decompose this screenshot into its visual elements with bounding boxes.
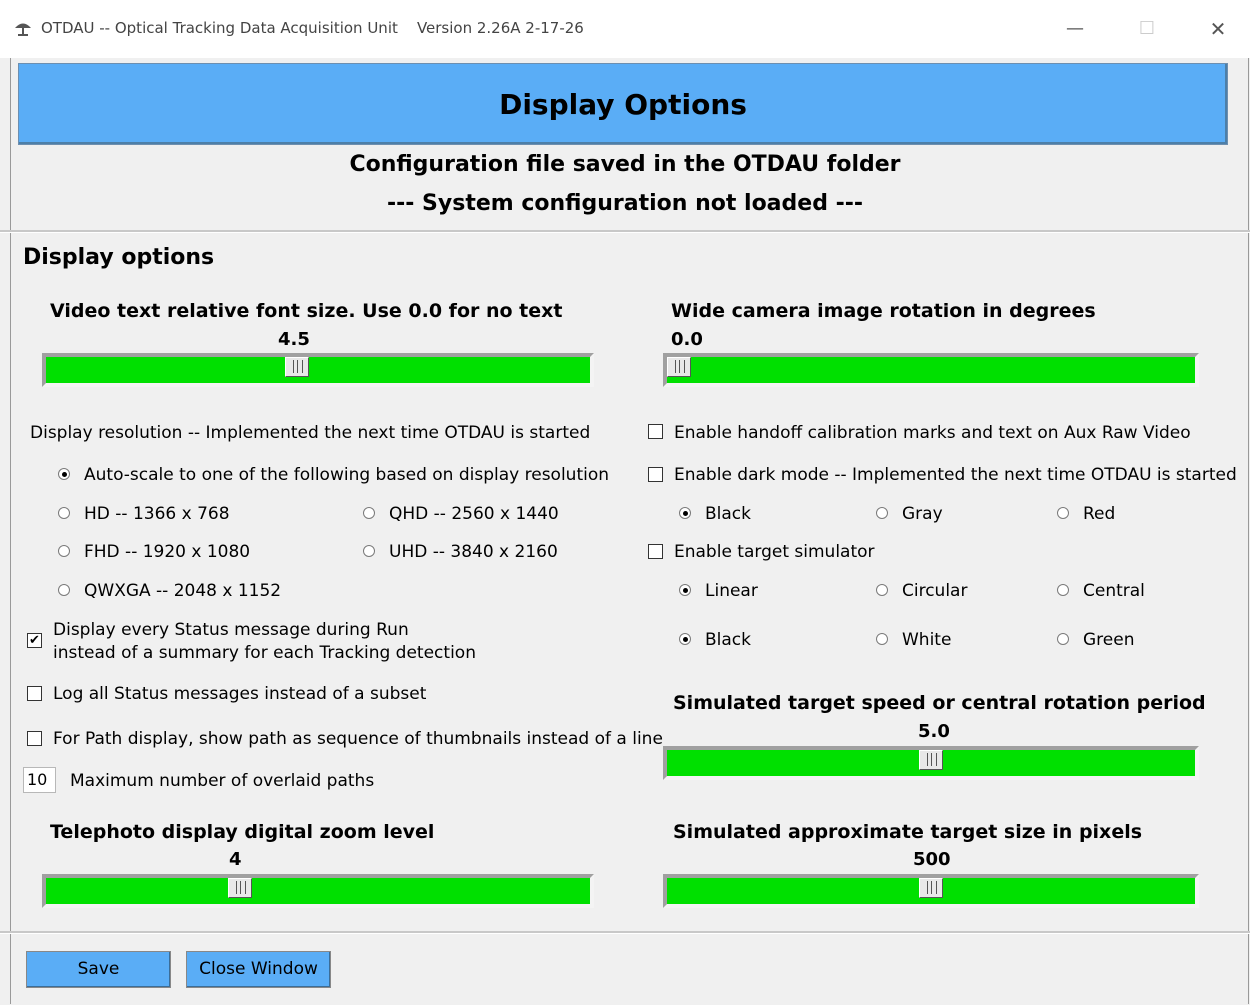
rotation-label: Wide camera image rotation in degrees [671, 300, 1096, 322]
divider [0, 931, 1250, 934]
target-size-value: 500 [913, 849, 951, 870]
page-title: Display Options [499, 88, 747, 121]
radio-label: Green [1083, 630, 1135, 650]
radio-label: Central [1083, 581, 1145, 601]
max-paths-label: Maximum number of overlaid paths [70, 771, 375, 791]
slider-thumb[interactable] [919, 750, 943, 770]
radio-label: Black [705, 630, 751, 650]
radio-uhd[interactable] [363, 545, 375, 557]
divider [0, 230, 1250, 233]
slider-thumb[interactable] [919, 878, 943, 898]
zoom-value: 4 [229, 849, 242, 870]
radio-label: QWXGA -- 2048 x 1152 [84, 581, 282, 601]
radio-label: Red [1083, 504, 1116, 524]
speed-label: Simulated target speed or central rotati… [673, 692, 1206, 714]
path-thumbnails-checkbox[interactable] [27, 731, 42, 746]
radio-dark-gray[interactable] [876, 507, 888, 519]
log-all-checkbox[interactable] [27, 686, 42, 701]
save-button[interactable]: Save [26, 951, 171, 988]
rotation-value: 0.0 [671, 329, 703, 350]
status-every-label-line2: instead of a summary for each Tracking d… [53, 643, 476, 663]
close-icon[interactable]: ✕ [1195, 10, 1241, 48]
config-note: Configuration file saved in the OTDAU fo… [349, 152, 901, 177]
handoff-checkbox[interactable] [648, 424, 663, 439]
radio-label: Gray [902, 504, 943, 524]
radio-linear[interactable] [679, 584, 691, 596]
radio-target-black[interactable] [679, 633, 691, 645]
radio-dark-red[interactable] [1057, 507, 1069, 519]
slider-thumb[interactable] [285, 357, 309, 377]
target-simulator-checkbox[interactable] [648, 544, 663, 559]
window-title: OTDAU -- Optical Tracking Data Acquisiti… [41, 19, 584, 37]
radio-label: Auto-scale to one of the following based… [84, 465, 610, 485]
slider-thumb[interactable] [667, 357, 691, 377]
status-every-label-line1: Display every Status message during Run [53, 620, 409, 640]
close-window-button[interactable]: Close Window [186, 951, 331, 988]
target-size-slider[interactable] [663, 874, 1199, 908]
target-simulator-label: Enable target simulator [674, 542, 875, 562]
radio-fhd[interactable] [58, 545, 70, 557]
speed-slider[interactable] [663, 746, 1199, 780]
radio-label: Circular [902, 581, 968, 601]
radio-label: UHD -- 3840 x 2160 [389, 542, 558, 562]
radio-label: FHD -- 1920 x 1080 [84, 542, 251, 562]
status-every-checkbox[interactable]: ✔ [27, 633, 42, 648]
radio-central[interactable] [1057, 584, 1069, 596]
radio-target-white[interactable] [876, 633, 888, 645]
radio-label: HD -- 1366 x 768 [84, 504, 230, 524]
font-size-slider[interactable] [42, 353, 594, 387]
minimize-button[interactable]: — [1052, 10, 1098, 48]
radio-target-green[interactable] [1057, 633, 1069, 645]
section-title: Display options [23, 245, 215, 270]
radio-label: White [902, 630, 952, 650]
dark-mode-checkbox[interactable] [648, 467, 663, 482]
max-paths-input[interactable]: 10 [23, 767, 56, 793]
target-size-label: Simulated approximate target size in pix… [673, 821, 1143, 843]
radio-qwxga[interactable] [58, 584, 70, 596]
speed-value: 5.0 [918, 721, 950, 742]
handoff-label: Enable handoff calibration marks and tex… [674, 423, 1191, 443]
system-note: --- System configuration not loaded --- [387, 191, 863, 216]
radio-qhd[interactable] [363, 507, 375, 519]
zoom-label: Telephoto display digital zoom level [50, 821, 435, 843]
slider-thumb[interactable] [228, 878, 252, 898]
font-size-value: 4.5 [278, 329, 310, 350]
font-size-label: Video text relative font size. Use 0.0 f… [50, 300, 563, 322]
radio-label: QHD -- 2560 x 1440 [389, 504, 559, 524]
radio-label: Linear [705, 581, 758, 601]
radio-label: Black [705, 504, 751, 524]
header-banner: Display Options [18, 63, 1228, 145]
radio-hd[interactable] [58, 507, 70, 519]
dark-mode-label: Enable dark mode -- Implemented the next… [674, 465, 1237, 485]
log-all-label: Log all Status messages instead of a sub… [53, 684, 427, 704]
radio-dark-black[interactable] [679, 507, 691, 519]
path-thumbnails-label: For Path display, show path as sequence … [53, 729, 663, 749]
radio-circular[interactable] [876, 584, 888, 596]
satellite-dish-icon [15, 23, 31, 36]
radio-auto-scale[interactable] [58, 468, 70, 480]
rotation-slider[interactable] [663, 353, 1199, 387]
maximize-button[interactable]: ☐ [1124, 10, 1170, 48]
resolution-title: Display resolution -- Implemented the ne… [30, 423, 591, 443]
zoom-slider[interactable] [42, 874, 594, 908]
